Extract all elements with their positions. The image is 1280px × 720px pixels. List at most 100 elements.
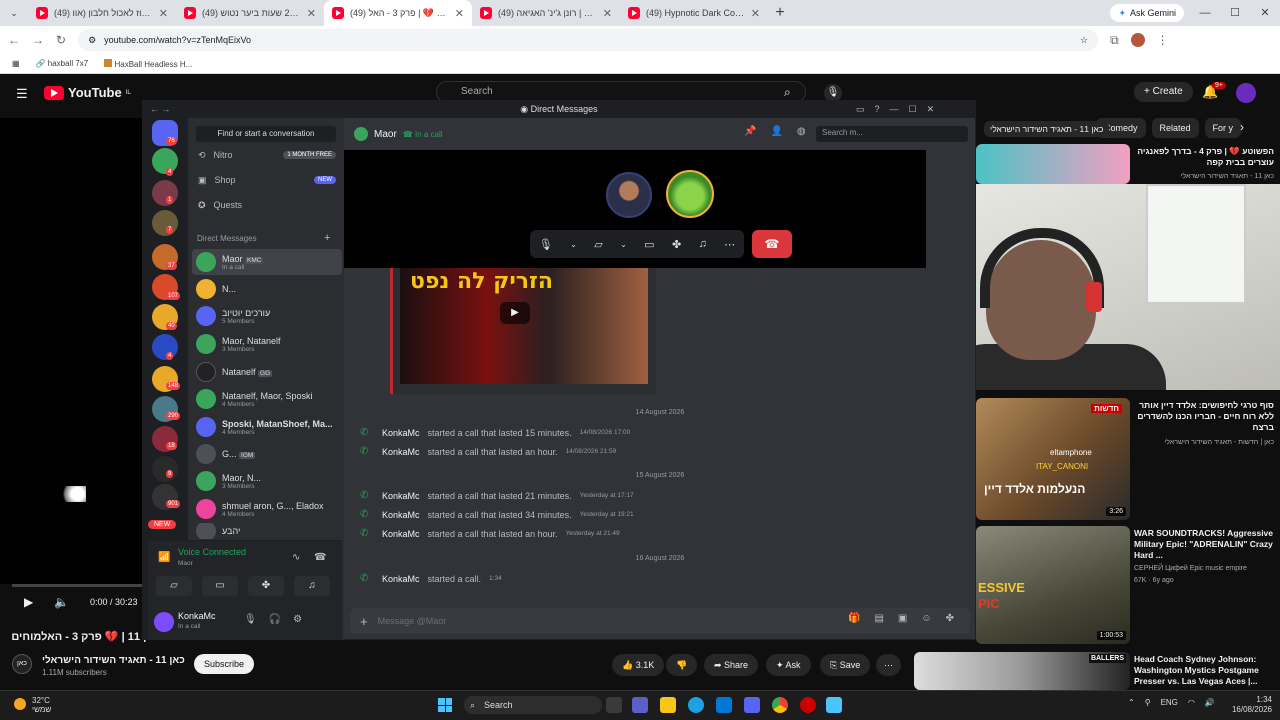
activities-icon[interactable]: ✤ — [248, 576, 284, 596]
more-options-icon[interactable]: ⋯ — [724, 238, 735, 251]
back-icon[interactable]: ← — [8, 33, 20, 47]
youtube-account-avatar[interactable] — [1236, 83, 1256, 103]
weather-widget[interactable]: 32°C שמשי — [32, 696, 51, 714]
reload-icon[interactable]: ↻ — [56, 33, 66, 47]
noise-suppression-icon[interactable]: ∿ — [292, 552, 300, 563]
dm-item[interactable]: יהבע — [192, 523, 342, 539]
dm-item[interactable]: G... IGM — [192, 441, 342, 467]
more-actions-icon[interactable]: ⋯ — [876, 654, 901, 676]
profile-icon[interactable]: ◍ — [797, 126, 806, 137]
channel-avatar[interactable]: כאן — [12, 654, 32, 674]
browser-tab[interactable]: (49) עננה 2 | רונן ג'ינ' האגיאה ✕ — [472, 0, 620, 26]
signal-icon[interactable]: 📶 — [158, 552, 170, 563]
related-title[interactable]: Head Coach Sydney Johnson: Washington My… — [1134, 654, 1274, 687]
camera-off-icon[interactable]: ▱ — [156, 576, 192, 596]
close-tab-icon[interactable]: ✕ — [455, 7, 464, 20]
taskbar-clock[interactable]: 1:34 16/08/2026 — [1222, 695, 1272, 715]
related-thumbnail[interactable]: חדשות eltamphone ITAY_CANONI הנעלמות אלד… — [976, 398, 1130, 520]
dm-item[interactable]: עורכים יוטיוב 5 Members — [192, 303, 342, 329]
related-channel[interactable]: СЕРНЕЙ Цифей Epic music empire — [1134, 564, 1274, 574]
related-thumbnail[interactable] — [976, 144, 1130, 184]
pin-icon[interactable]: 📌 — [744, 126, 756, 137]
chrome-icon[interactable] — [772, 697, 788, 713]
app-icon[interactable] — [800, 697, 816, 713]
minimize-icon[interactable]: — — [890, 100, 899, 118]
help-icon[interactable]: ? — [875, 100, 880, 118]
dislike-button[interactable]: 👎 — [666, 654, 698, 676]
search-icon[interactable]: ⌕ — [784, 85, 791, 100]
screen-share-icon[interactable]: ▭ — [644, 238, 654, 251]
ask-gemini-button[interactable]: ✦ Ask Gemini — [1110, 4, 1184, 22]
server-icon[interactable] — [152, 334, 178, 360]
chip-related[interactable]: Related — [1151, 118, 1199, 138]
like-button[interactable]: 👍 3.1K — [612, 654, 665, 676]
volume-icon[interactable]: 🔈 — [54, 595, 69, 609]
related-channel[interactable]: כאן 11 - תאגיד השידור הישראלי — [1134, 172, 1274, 182]
message-author[interactable]: KonkaMc — [382, 491, 420, 501]
tray-chevron-icon[interactable]: ⌃ — [1128, 698, 1135, 707]
soundboard-icon[interactable]: ♫ — [699, 238, 707, 250]
related-channel[interactable]: כאן | חדשות - תאגיד השידור הישראלי — [1134, 438, 1274, 448]
create-button[interactable]: + Create — [1134, 82, 1193, 102]
headphones-icon[interactable]: 🎧 — [269, 614, 281, 625]
store-icon[interactable] — [716, 697, 732, 713]
dm-item[interactable]: Maor, Natanelf 3 Members — [192, 331, 342, 357]
nav-nitro[interactable]: ⟲ Nitro 1 MONTH FREE — [198, 146, 336, 164]
emoji-icon[interactable]: ☺ — [921, 613, 931, 624]
server-icon[interactable] — [152, 180, 178, 206]
find-conversation-input[interactable]: Find or start a conversation — [196, 126, 336, 142]
browser-tab[interactable]: (49) אל תעוז לאכול חלבון (אוו ✕ — [28, 0, 176, 26]
site-info-icon[interactable]: ⚙ — [88, 35, 96, 46]
attach-plus-icon[interactable]: + — [360, 614, 368, 629]
call-participant-avatar-speaking[interactable] — [666, 170, 714, 218]
discord-taskbar-icon[interactable] — [744, 697, 760, 713]
server-icon[interactable] — [152, 210, 178, 236]
share-button[interactable]: ➦ Share — [704, 654, 759, 676]
browser-tab[interactable]: (49) Hypnotic Dark Code | Futu ✕ — [620, 0, 768, 26]
subscribe-button[interactable]: Subscribe — [194, 654, 255, 674]
channel-name[interactable]: כאן 11 - תאגיד השידור הישראלי — [42, 655, 185, 666]
create-dm-plus-icon[interactable]: + — [324, 232, 330, 244]
youtube-logo[interactable]: YouTube IL — [44, 85, 131, 100]
bookmark-item[interactable]: HaxBall Headless H... — [104, 58, 192, 69]
hang-up-button[interactable]: ☎ — [752, 230, 792, 258]
call-participant-avatar[interactable] — [606, 172, 652, 218]
dm-item[interactable]: N... — [192, 276, 342, 302]
edge-icon[interactable] — [688, 697, 704, 713]
browser-menu-icon[interactable]: ⋮ — [1157, 33, 1169, 47]
embed-video-thumbnail[interactable]: הזריק לה נפט — [400, 268, 648, 384]
ask-button[interactable]: ✦ Ask — [766, 654, 811, 676]
apps-grid-icon[interactable]: ▦ — [12, 59, 20, 68]
user-avatar[interactable] — [154, 612, 174, 632]
extensions-icon[interactable]: ⧉ — [1110, 33, 1119, 48]
chevron-right-icon[interactable]: › — [1240, 120, 1244, 134]
save-button[interactable]: ⎘ Save — [820, 654, 871, 676]
browser-tab[interactable]: (49) שורדים 24 שעות ביער נטוש ✕ — [176, 0, 324, 26]
add-friend-icon[interactable]: 👤 — [770, 126, 782, 137]
chat-search-input[interactable]: Search m... — [816, 126, 968, 142]
dm-item[interactable]: Maor KMC In a call — [192, 249, 342, 275]
profile-avatar-icon[interactable] — [1130, 33, 1145, 47]
screen-share-icon[interactable]: ▭ — [202, 576, 238, 596]
inbox-icon[interactable]: ▭ — [856, 100, 865, 118]
video-progress-bar[interactable] — [12, 584, 142, 587]
video-player[interactable] — [0, 118, 142, 584]
close-tab-icon[interactable]: ✕ — [159, 7, 168, 20]
dm-item[interactable]: Natanelf GG — [192, 359, 342, 385]
chip-for-you[interactable]: For y — [1204, 118, 1242, 138]
dm-item[interactable]: Natanelf, Maor, Sposki 4 Members — [192, 386, 342, 412]
apps-icon[interactable]: ✤ — [946, 613, 954, 624]
tab-search-icon[interactable]: ⌄ — [0, 0, 28, 26]
message-author[interactable]: KonkaMc — [382, 574, 420, 584]
dm-item[interactable]: Maor, N... 3 Members — [192, 468, 342, 494]
wifi-icon[interactable]: ◠ — [1188, 698, 1195, 707]
chevron-down-icon[interactable]: ⌄ — [570, 240, 577, 249]
related-title[interactable]: הפשוטע 💔 | פרק 4 - בדרך לפאנגיה עוצרים ב… — [1134, 146, 1274, 168]
teams-icon[interactable] — [632, 697, 648, 713]
chevron-down-icon[interactable]: ⌄ — [620, 240, 627, 249]
voice-channel[interactable]: Maor — [178, 560, 193, 567]
related-thumbnail[interactable]: ESSIVE PIC 1:00:53 — [976, 526, 1130, 644]
browser-tab-active[interactable]: (49) הפשוטע 💔 | פרק 3 - האל ✕ — [324, 0, 472, 26]
windows-start-icon[interactable] — [438, 698, 452, 712]
task-view-icon[interactable] — [606, 697, 622, 713]
